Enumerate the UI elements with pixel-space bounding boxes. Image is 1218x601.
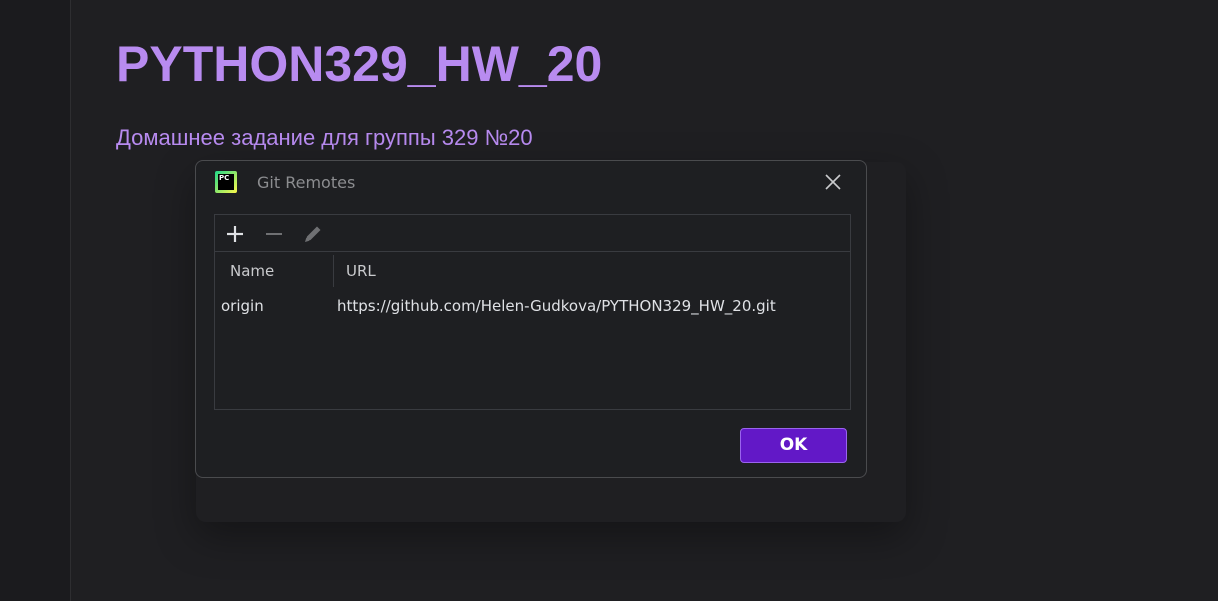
edit-remote-button[interactable] <box>301 222 325 246</box>
remotes-panel: Name URL origin https://github.com/Helen… <box>214 214 851 410</box>
remotes-toolbar <box>215 215 850 252</box>
column-header-name[interactable]: Name <box>230 261 274 281</box>
close-button[interactable] <box>822 171 844 193</box>
remove-remote-button[interactable] <box>262 222 286 246</box>
add-icon <box>227 226 243 242</box>
document-title: PYTHON329_HW_20 <box>116 36 603 92</box>
remote-url-cell: https://github.com/Helen-Gudkova/PYTHON3… <box>337 297 776 315</box>
ok-button[interactable]: OK <box>740 428 847 463</box>
edit-icon <box>305 226 321 242</box>
remove-icon <box>266 233 282 235</box>
pycharm-app-icon: PC <box>215 171 237 193</box>
column-header-url[interactable]: URL <box>346 261 376 281</box>
git-remotes-dialog: PC Git Remotes Name URL origin https://g… <box>195 160 867 478</box>
column-divider[interactable] <box>333 255 334 287</box>
close-icon <box>825 174 841 190</box>
table-row[interactable]: origin https://github.com/Helen-Gudkova/… <box>215 292 850 320</box>
app-icon-label: PC <box>218 174 234 190</box>
dialog-titlebar: PC Git Remotes <box>196 161 866 203</box>
remote-name-cell: origin <box>221 297 264 315</box>
dialog-title: Git Remotes <box>257 173 356 192</box>
editor-gutter <box>0 0 71 601</box>
document-subtitle: Домашнее задание для группы 329 №20 <box>116 125 533 150</box>
table-header: Name URL <box>215 252 850 288</box>
add-remote-button[interactable] <box>223 222 247 246</box>
